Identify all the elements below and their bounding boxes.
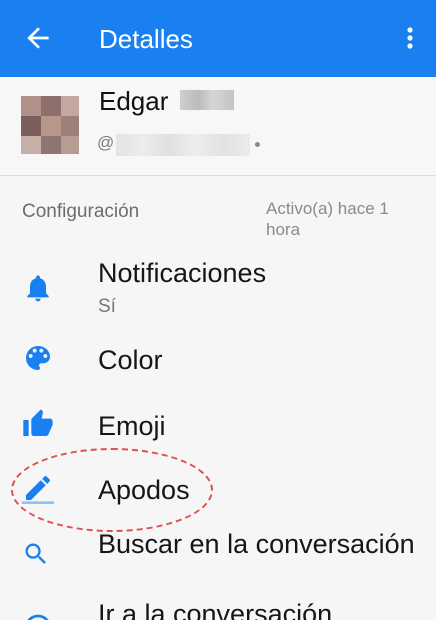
app-bar: Detalles [0,0,436,77]
search-icon [25,543,46,564]
section-title: Configuración [22,201,140,222]
bell-icon [27,275,49,302]
arrow-back-icon[interactable] [22,22,54,54]
pencil-icon [22,475,54,504]
setting-notifications[interactable]: Notificaciones Sí [0,256,436,326]
thumbs-up-icon [23,409,53,436]
username-prefix: @ [97,133,115,152]
setting-label: Notificaciones [98,258,267,288]
setting-nicknames[interactable]: Apodos [0,470,436,512]
name-redaction [180,90,234,110]
setting-label: Buscar en la conversación [98,529,415,559]
separator-dot [255,142,260,147]
contact-name: Edgar [99,86,169,116]
page-title: Detalles [99,24,193,54]
chat-icon [27,614,49,620]
setting-go-to-conversation[interactable]: Ir a la conversación [0,596,436,620]
setting-label: Emoji [98,411,166,441]
palette-icon [26,346,50,370]
username-redaction [116,134,250,156]
setting-emoji[interactable]: Emoji [0,406,436,448]
more-vert-icon[interactable] [400,22,420,54]
active-status: Activo(a) hace 1 hora [266,199,389,239]
setting-label: Apodos [98,475,190,505]
setting-search-conversation[interactable]: Buscar en la conversación [0,528,436,592]
setting-label: Ir a la conversación [98,599,333,620]
setting-sublabel: Sí [98,296,116,317]
setting-label: Color [98,345,163,375]
setting-color[interactable]: Color [0,340,436,382]
avatar [21,96,79,154]
